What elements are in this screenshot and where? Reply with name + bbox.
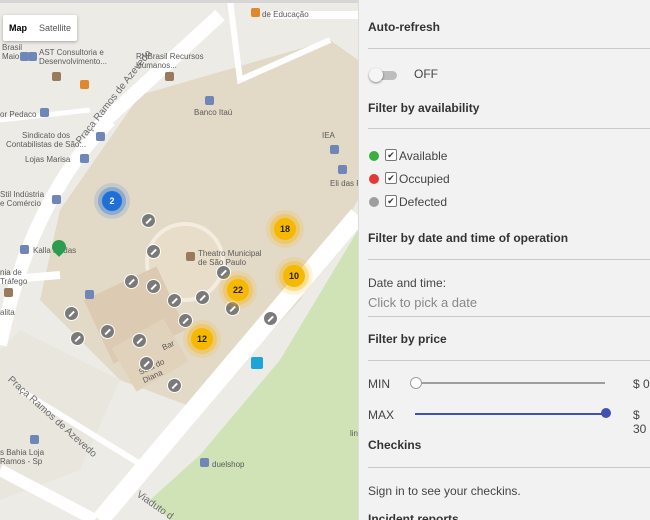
divider bbox=[368, 48, 650, 49]
auto-refresh-state: OFF bbox=[414, 67, 438, 81]
map-poi-icon bbox=[40, 108, 49, 117]
map-label-iea: IEA bbox=[322, 131, 335, 140]
parking-marker[interactable] bbox=[70, 331, 85, 346]
defected-checkbox[interactable]: ✔ bbox=[385, 195, 397, 207]
map-label-pedaco: or Pedaco bbox=[0, 110, 37, 119]
map-label-bahia: s Bahia Loja Ramos - Sp bbox=[0, 448, 45, 466]
parking-marker[interactable] bbox=[146, 279, 161, 294]
parking-marker[interactable] bbox=[139, 356, 154, 371]
cluster-marker[interactable]: 18 bbox=[274, 218, 296, 240]
defected-label: Defected bbox=[399, 195, 448, 209]
available-checkbox[interactable]: ✔ bbox=[385, 149, 397, 161]
price-min-label: MIN bbox=[368, 377, 390, 391]
map-poi-icon bbox=[330, 145, 339, 154]
auto-refresh-title: Auto-refresh bbox=[368, 20, 441, 34]
occupied-label: Occupied bbox=[399, 172, 450, 186]
date-time-label: Date and time: bbox=[368, 276, 447, 290]
map-poi-icon bbox=[20, 245, 29, 254]
map-poi-icon bbox=[165, 72, 174, 81]
occupied-checkbox[interactable]: ✔ bbox=[385, 172, 397, 184]
restaurant-icon bbox=[80, 80, 89, 89]
map-poi-icon bbox=[28, 52, 37, 61]
parking-marker[interactable] bbox=[216, 265, 231, 280]
map-label-duelshop: duelshop bbox=[212, 460, 245, 469]
map-label-ast: AST Consultoria e Desenvolvimento... bbox=[39, 48, 108, 66]
divider bbox=[368, 128, 650, 129]
map-label-maio: Brasil Maio bbox=[2, 43, 23, 61]
cluster-marker[interactable]: 10 bbox=[283, 265, 305, 287]
parking-marker[interactable] bbox=[100, 324, 115, 339]
price-min-slider-track[interactable] bbox=[415, 382, 605, 384]
shop-icon bbox=[200, 458, 209, 467]
checkins-title: Checkins bbox=[368, 438, 422, 452]
map-poi-icon bbox=[96, 132, 105, 141]
price-title: Filter by price bbox=[368, 332, 447, 346]
date-picker-input[interactable]: Click to pick a date bbox=[368, 295, 477, 310]
map-label-marisa: Lojas Marisa bbox=[25, 155, 71, 164]
map-label-stil: Stil Indústria e Comércio bbox=[0, 190, 45, 208]
price-min-value: $ 0 bbox=[633, 377, 650, 391]
map-poi-icon bbox=[338, 165, 347, 174]
cluster-marker[interactable]: 12 bbox=[191, 328, 213, 350]
defected-dot bbox=[369, 197, 379, 207]
theater-icon bbox=[186, 252, 195, 261]
parking-marker[interactable] bbox=[178, 313, 193, 328]
price-max-label: MAX bbox=[368, 408, 395, 422]
map-label-educacao: de Educação bbox=[262, 10, 309, 19]
map-label-banco-itau: Banco Itaú bbox=[194, 108, 233, 117]
incidents-title: Incident reports bbox=[368, 512, 459, 520]
divider bbox=[368, 360, 650, 361]
divider bbox=[368, 259, 650, 260]
map-poi-icon bbox=[52, 72, 61, 81]
parking-marker[interactable] bbox=[146, 244, 161, 259]
map-poi-icon bbox=[30, 435, 39, 444]
map-label-lin: lin bbox=[350, 429, 358, 438]
map-type-map-button[interactable]: Map bbox=[3, 15, 33, 41]
map-area[interactable]: Map Satellite Brasil Maio AST Consultori… bbox=[0, 0, 358, 520]
museum-icon bbox=[4, 288, 13, 297]
parking-marker[interactable] bbox=[141, 213, 156, 228]
available-dot bbox=[369, 151, 379, 161]
parking-marker[interactable] bbox=[167, 378, 182, 393]
parking-marker[interactable] bbox=[195, 290, 210, 305]
parking-marker[interactable] bbox=[132, 333, 147, 348]
accessibility-icon bbox=[85, 290, 94, 299]
checkins-message: Sign in to see your checkins. bbox=[368, 484, 521, 498]
auto-refresh-toggle[interactable] bbox=[369, 68, 399, 82]
price-max-slider-handle[interactable] bbox=[601, 408, 611, 418]
restaurant-icon bbox=[251, 8, 260, 17]
parking-marker[interactable] bbox=[167, 293, 182, 308]
available-label: Available bbox=[399, 149, 448, 163]
divider bbox=[368, 467, 650, 468]
price-min-slider-handle[interactable] bbox=[410, 377, 422, 389]
map-type-control: Map Satellite bbox=[3, 15, 78, 41]
map-poi-icon bbox=[80, 154, 89, 163]
map-label-teatro: Theatro Municipal de São Paulo bbox=[198, 249, 262, 267]
divider bbox=[368, 316, 650, 317]
parking-marker[interactable] bbox=[124, 274, 139, 289]
cluster-marker[interactable]: 2 bbox=[102, 191, 122, 211]
parking-marker[interactable] bbox=[225, 301, 240, 316]
cluster-marker[interactable]: 22 bbox=[227, 279, 249, 301]
price-max-slider-track[interactable] bbox=[415, 413, 605, 415]
toggle-knob bbox=[369, 68, 383, 82]
date-time-title: Filter by date and time of operation bbox=[368, 231, 569, 245]
map-label-eli: Eli das F bbox=[330, 179, 358, 188]
map-label-alita: alita bbox=[0, 308, 15, 317]
availability-title: Filter by availability bbox=[368, 101, 480, 115]
parking-marker[interactable] bbox=[64, 306, 79, 321]
bus-stop-icon bbox=[251, 357, 263, 369]
occupied-dot bbox=[369, 174, 379, 184]
map-poi-icon bbox=[52, 195, 61, 204]
price-max-value: $ 30 bbox=[633, 408, 647, 436]
bank-icon bbox=[205, 96, 214, 105]
map-label-nia: nia de Tráfego bbox=[0, 268, 28, 286]
map-type-satellite-button[interactable]: Satellite bbox=[33, 15, 77, 41]
filter-panel: Auto-refresh OFF Filter by availability … bbox=[358, 0, 650, 520]
parking-marker[interactable] bbox=[263, 311, 278, 326]
